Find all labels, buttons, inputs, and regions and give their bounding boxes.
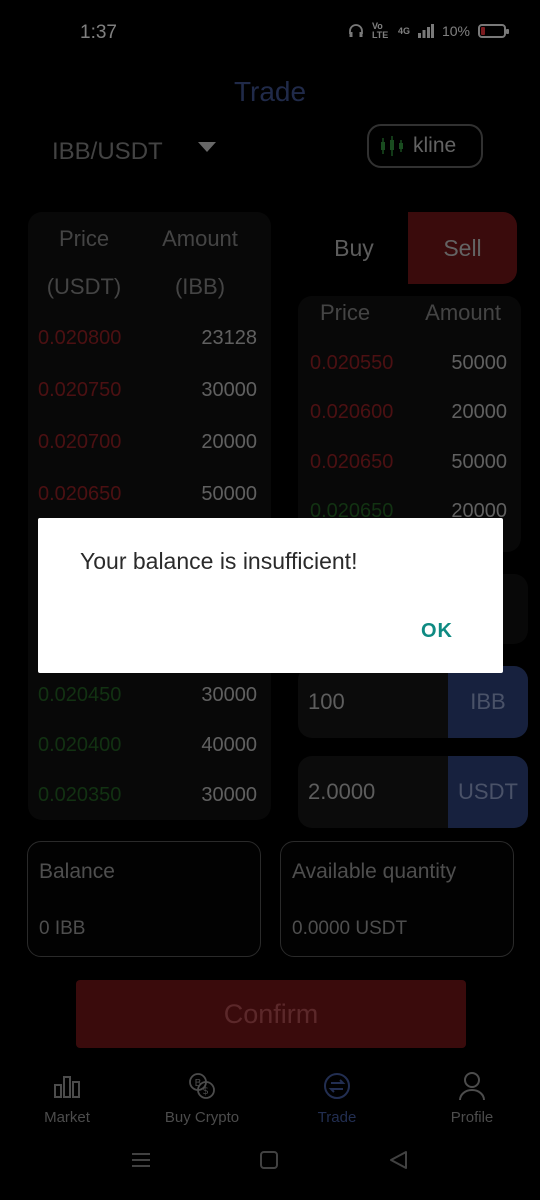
alert-dialog: Your balance is insufficient! OK (38, 518, 503, 673)
dialog-message: Your balance is insufficient! (80, 548, 358, 574)
ok-button[interactable]: OK (421, 620, 453, 643)
